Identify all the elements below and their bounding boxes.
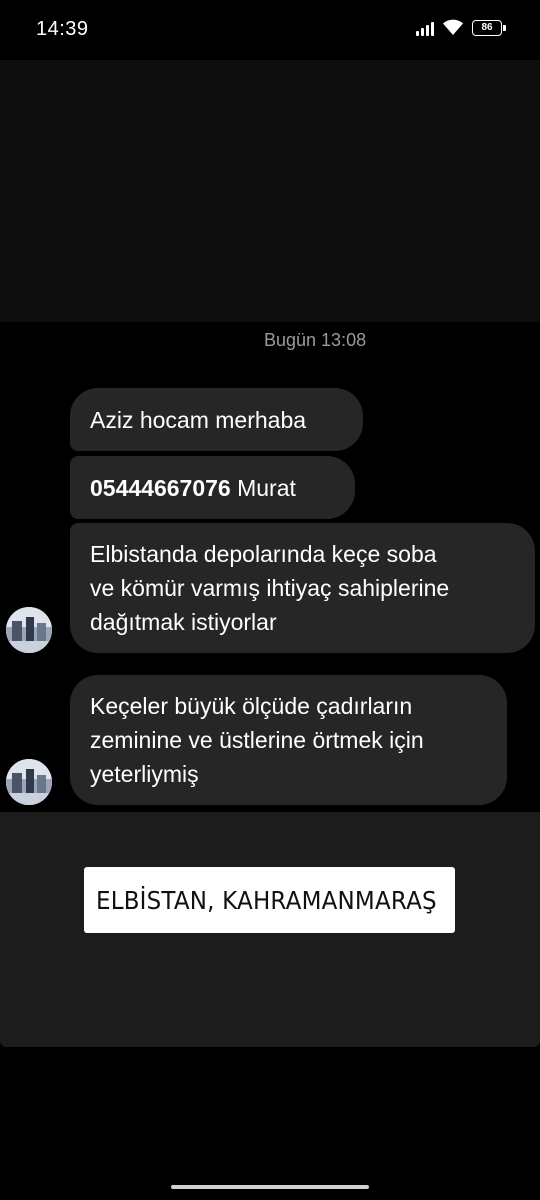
location-sticker[interactable]: ELBİSTAN, KAHRAMANMARAŞ xyxy=(84,867,455,933)
message-text: Murat xyxy=(230,474,296,501)
dm-screen: 14:39 86 Bugün 13:08 Aziz hocam merhaba … xyxy=(0,0,540,1200)
battery-icon: 86 xyxy=(472,19,506,36)
location-label: ELBİSTAN, KAHRAMANMARAŞ xyxy=(96,885,437,915)
status-time: 14:39 xyxy=(36,18,89,40)
sender-avatar[interactable] xyxy=(6,607,52,653)
phone-number-link[interactable]: 05444667076 xyxy=(90,475,231,501)
date-separator: Bugün 13:08 xyxy=(264,330,367,350)
message-text: Keçeler büyük ölçüde çadırların zeminine… xyxy=(90,693,424,787)
status-bar: 14:39 86 xyxy=(0,0,540,60)
message-bubble[interactable]: Keçeler büyük ölçüde çadırların zeminine… xyxy=(70,675,507,805)
message-bubble[interactable]: Elbistanda depolarında keçe soba ve kömü… xyxy=(70,523,535,653)
signal-icon xyxy=(416,20,434,36)
message-bubble[interactable]: Aziz hocam merhaba xyxy=(70,388,363,451)
message-bubble[interactable]: 05444667076 Murat xyxy=(70,456,355,519)
sender-avatar[interactable] xyxy=(6,759,52,805)
home-indicator[interactable] xyxy=(171,1185,369,1189)
status-icons: 86 xyxy=(416,19,506,36)
previous-message-area xyxy=(0,60,540,322)
battery-level: 86 xyxy=(481,22,493,33)
wifi-icon xyxy=(443,19,463,35)
message-text: Aziz hocam merhaba xyxy=(90,406,307,433)
message-text: Elbistanda depolarında keçe soba ve kömü… xyxy=(90,541,450,635)
